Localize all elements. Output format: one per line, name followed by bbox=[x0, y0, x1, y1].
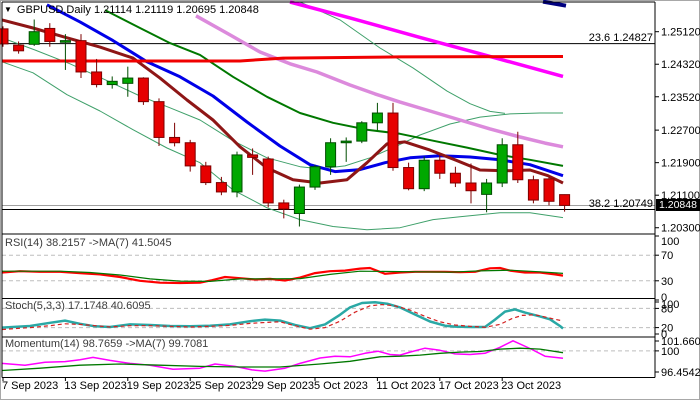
price-tick-label: 1.24320 bbox=[661, 59, 700, 71]
price-tick-label: 1.23520 bbox=[661, 92, 700, 104]
rsi-tick-label: 30 bbox=[661, 276, 673, 288]
candle-body bbox=[325, 142, 337, 168]
candle-body bbox=[403, 167, 415, 190]
date-tick-label: 19 Sep 2023 bbox=[127, 380, 189, 392]
candle-body bbox=[184, 142, 196, 167]
chart-title: ▼ GBPUSD,Daily 1.21114 1.21119 1.20695 1.… bbox=[4, 4, 259, 16]
candle-body bbox=[28, 31, 40, 45]
candle-body bbox=[340, 140, 352, 144]
momentum-tick-label: 96.4542 bbox=[661, 367, 700, 379]
candle-body bbox=[527, 179, 539, 201]
candle-body bbox=[122, 77, 134, 84]
date-tick-label: 11 Oct 2023 bbox=[376, 380, 435, 392]
rsi-tick-label: 70 bbox=[661, 250, 673, 262]
current-price-badge: 1.20848 bbox=[656, 199, 700, 211]
ma-100-line bbox=[195, 14, 564, 149]
date-tick-label: 13 Sep 2023 bbox=[64, 380, 126, 392]
candle-body bbox=[559, 194, 571, 206]
candle-body bbox=[169, 136, 181, 144]
candle-body bbox=[153, 101, 165, 138]
date-tick-label: 17 Oct 2023 bbox=[439, 380, 499, 392]
date-tick-label: 23 Oct 2023 bbox=[501, 380, 561, 392]
candle-body bbox=[449, 172, 461, 184]
candle-body bbox=[371, 112, 383, 124]
date-tick-label: 29 Sep 2023 bbox=[252, 380, 314, 392]
momentum-tick-label: 100 bbox=[661, 346, 679, 358]
stoch-tick-label: 80 bbox=[661, 303, 673, 315]
stoch-indicator-label: Stoch(5,3,3) 17.1748 40.6095 bbox=[5, 300, 151, 312]
date-tick-label: 7 Sep 2023 bbox=[2, 380, 58, 392]
candle-body bbox=[543, 178, 555, 202]
candle-body bbox=[512, 144, 524, 181]
price-tick-label: 1.21900 bbox=[661, 158, 700, 170]
candle-body bbox=[434, 159, 446, 174]
date-tick-label: 5 Oct 2023 bbox=[314, 380, 368, 392]
trading-chart-window: 1.25120 1.24320 1.23520 1.22700 1.21900 1.211… bbox=[0, 0, 700, 400]
candle-body bbox=[231, 154, 243, 193]
candle-body bbox=[13, 44, 25, 52]
ma-20-line bbox=[46, 3, 564, 178]
candle-body bbox=[418, 159, 430, 190]
candle-body bbox=[356, 122, 368, 142]
candle-body bbox=[481, 182, 493, 195]
candle-body bbox=[106, 80, 118, 86]
candle-body bbox=[278, 202, 290, 210]
fib-236-label: 23.6 1.24827 bbox=[588, 32, 653, 44]
candle-body bbox=[137, 77, 149, 103]
candle-body bbox=[44, 27, 56, 42]
candle-body bbox=[247, 154, 259, 158]
candle-body bbox=[75, 40, 87, 73]
candle-body bbox=[293, 186, 305, 215]
fib-382-label: 38.2 1.20749 bbox=[588, 198, 653, 210]
candle-body bbox=[91, 71, 103, 86]
price-tick-label: 1.25120 bbox=[661, 27, 700, 39]
candle-body bbox=[465, 182, 477, 192]
candle-body bbox=[0, 28, 9, 45]
price-tick-label: 1.22700 bbox=[661, 125, 700, 137]
candle-body bbox=[262, 158, 274, 204]
momentum-indicator-label: Momentum(14) 98.7659 ->MA(7) 99.7081 bbox=[5, 338, 209, 350]
date-tick-label: 25 Sep 2023 bbox=[189, 380, 251, 392]
candle-body bbox=[309, 166, 321, 188]
chart-title-text: GBPUSD,Daily 1.21114 1.21119 1.20695 1.2… bbox=[16, 4, 259, 16]
ma-200-line bbox=[289, 0, 564, 79]
candle-body bbox=[496, 144, 508, 184]
rsi-indicator-label: RSI(14) 38.2157 ->MA(7) 41.5045 bbox=[5, 237, 172, 249]
candle-body bbox=[59, 40, 71, 43]
candle-body bbox=[200, 165, 212, 184]
candle-body bbox=[215, 182, 227, 193]
candle-body bbox=[387, 112, 399, 169]
rsi-tick-label: 100 bbox=[661, 236, 679, 248]
symbol-dropdown-icon[interactable]: ▼ bbox=[4, 5, 12, 14]
price-tick-label: 1.20300 bbox=[661, 223, 700, 235]
